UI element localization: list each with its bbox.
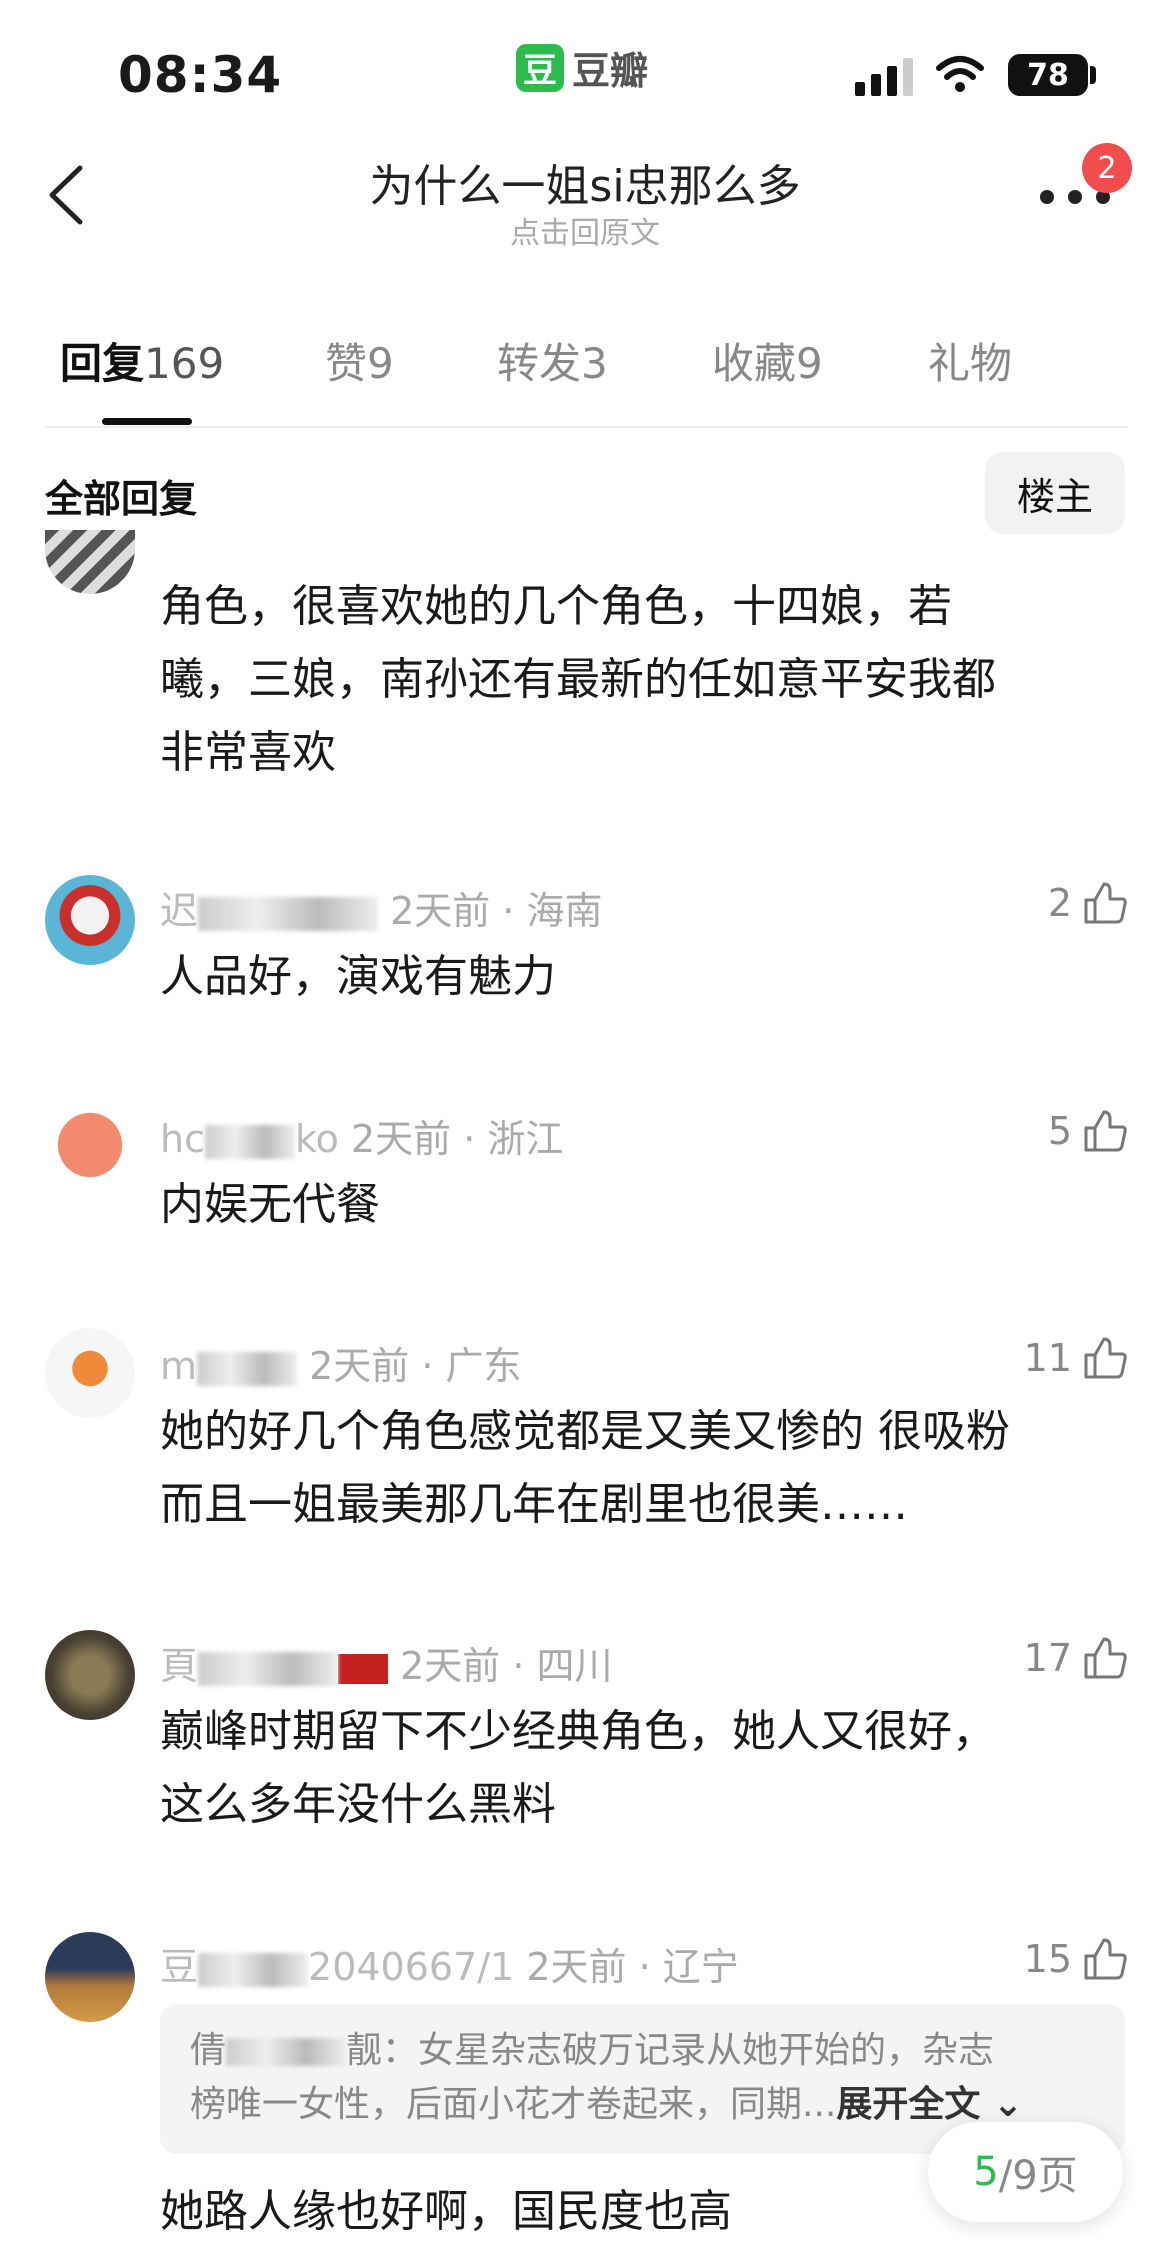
username[interactable]: m <box>160 1344 197 1388</box>
battery-tip <box>1090 66 1096 84</box>
cellular-signal-icon <box>855 58 913 96</box>
redacted-username <box>197 1351 298 1386</box>
redacted-username <box>198 896 379 931</box>
thumbs-up-icon <box>1084 1337 1127 1379</box>
comment-meta: 迟 2天前 · 海南 <box>160 880 603 935</box>
like-button[interactable]: 17 <box>1024 1633 1130 1683</box>
thumbs-up-icon <box>1084 1938 1127 1980</box>
total-pages: /9页 <box>998 2153 1078 2199</box>
redacted-username <box>226 2038 347 2066</box>
douban-logo-icon: 豆 <box>516 43 564 92</box>
status-time: 08:34 <box>118 46 283 104</box>
quoted-line: 榜唯一女性，后面小花才卷起来，同期... <box>190 2084 837 2125</box>
comment-line: 角色，很喜欢她的几个角色，十四娘，若 <box>160 581 952 632</box>
expand-label: 展开全文 <box>836 2084 981 2125</box>
like-count: 17 <box>1023 1636 1072 1680</box>
avatar[interactable] <box>45 1328 135 1418</box>
tab-gifts-label: 礼物 <box>928 339 1013 388</box>
like-button[interactable]: 5 <box>1048 1106 1130 1156</box>
comment-meta: hc ko 2天前 · 浙江 <box>160 1108 563 1163</box>
battery-icon: 78 <box>1008 54 1088 96</box>
comment-meta: m 2天前 · 广东 <box>160 1335 522 1390</box>
avatar[interactable] <box>45 530 135 594</box>
comment-line: 曦，三娘，南孙还有最新的任如意平安我都 <box>160 654 996 705</box>
username[interactable]: 頁 <box>160 1644 198 1688</box>
all-replies-label: 全部回复 <box>45 477 198 521</box>
username[interactable]: 迟 <box>160 889 198 933</box>
quoted-author: 倩 <box>190 2030 227 2071</box>
avatar[interactable] <box>45 875 135 965</box>
username[interactable]: 豆 <box>160 1945 198 1989</box>
avatar[interactable] <box>45 1630 135 1720</box>
tab-gifts[interactable]: 礼物 <box>928 330 1012 391</box>
redacted-username <box>198 1651 339 1686</box>
tab-replies-count: 169 <box>144 339 225 388</box>
divider <box>45 426 1127 428</box>
status-bar: 08:34 豆 豆瓣 78 <box>0 0 1170 130</box>
like-count: 2 <box>1047 881 1072 925</box>
comment-time-location: 2天前 · 四川 <box>400 1644 613 1688</box>
comment-text: 她的好几个角色感觉都是又美又惨的 很吸粉 而且一姐最美那几年在剧里也很美…… <box>160 1395 1110 1541</box>
username-tail: ko <box>294 1117 339 1161</box>
back-to-original-link[interactable]: 点击回原文 <box>0 208 1170 252</box>
comment-line: 这么多年没什么黑料 <box>160 1779 556 1830</box>
comment-meta: 頁 2天前 · 四川 <box>160 1635 613 1690</box>
comment-text: 内娱无代餐 <box>160 1179 380 1230</box>
quoted-line: 女星杂志破万记录从她开始的，杂志 <box>418 2030 995 2071</box>
comment-text: 人品好，演戏有魅力 <box>160 951 556 1002</box>
redacted-mark <box>338 1653 389 1684</box>
expand-full-text-link[interactable]: 展开全文 ⌄ <box>836 2084 1023 2125</box>
comment-line: 而且一姐最美那几年在剧里也很美…… <box>160 1479 908 1530</box>
tab-reposts-count: 3 <box>581 339 608 388</box>
tab-likes[interactable]: 赞9 <box>325 330 394 391</box>
page-title[interactable]: 为什么一姐si忠那么多 <box>0 150 1170 214</box>
comment-line: 巅峰时期留下不少经典角色，她人又很好， <box>160 1706 996 1757</box>
thumbs-up-icon <box>1084 1110 1127 1152</box>
comment-text: 角色，很喜欢她的几个角色，十四娘，若 曦，三娘，南孙还有最新的任如意平安我都 非… <box>160 570 1110 789</box>
tab-reposts[interactable]: 转发3 <box>497 330 608 391</box>
active-tab-indicator <box>102 418 192 425</box>
like-count: 11 <box>1023 1336 1072 1380</box>
tab-reposts-label: 转发 <box>497 339 582 388</box>
comment-time-location: 2天前 · 广东 <box>309 1344 522 1388</box>
quoted-author-tail: 靓： <box>346 2030 419 2071</box>
tab-collections[interactable]: 收藏9 <box>712 330 823 391</box>
like-button[interactable]: 11 <box>1024 1333 1130 1383</box>
tab-likes-count: 9 <box>367 339 394 388</box>
chevron-down-icon: ⌄ <box>992 2084 1024 2125</box>
app-indicator[interactable]: 豆 豆瓣 <box>516 40 648 95</box>
username-tail: 2040667/1 <box>308 1945 515 1989</box>
thumbs-up-icon <box>1084 1637 1127 1679</box>
page-indicator[interactable]: 5/9页 <box>928 2122 1123 2222</box>
comment-line: 她的好几个角色感觉都是又美又惨的 很吸粉 <box>160 1406 1010 1457</box>
owner-only-button[interactable]: 楼主 <box>985 452 1125 534</box>
redacted-username <box>204 1124 295 1159</box>
wifi-icon <box>936 56 984 92</box>
comment-line: 非常喜欢 <box>160 727 336 778</box>
comment-time-location: 2天前 · 海南 <box>390 889 603 933</box>
tab-replies[interactable]: 回复169 <box>60 330 224 391</box>
app-name: 豆瓣 <box>572 49 649 93</box>
tab-collections-count: 9 <box>796 339 823 388</box>
tab-likes-label: 赞 <box>325 339 368 388</box>
tab-replies-label: 回复 <box>60 339 145 388</box>
like-button[interactable]: 2 <box>1048 878 1130 928</box>
quoted-reply-text: 倩 靓：女星杂志破万记录从她开始的，杂志 榜唯一女性，后面小花才卷起来，同期...… <box>190 2024 1100 2132</box>
username[interactable]: hc <box>160 1117 205 1161</box>
redacted-username <box>198 1952 309 1987</box>
like-count: 5 <box>1047 1109 1072 1153</box>
avatar[interactable] <box>45 1100 135 1190</box>
comment-meta: 豆 2040667/1 2天前 · 辽宁 <box>160 1936 739 1991</box>
like-count: 15 <box>1023 1937 1072 1981</box>
avatar[interactable] <box>45 1932 135 2022</box>
comment-time-location: 2天前 · 浙江 <box>350 1117 564 1161</box>
comment-time-location: 2天前 · 辽宁 <box>526 1945 739 1989</box>
tab-collections-label: 收藏 <box>712 339 797 388</box>
notification-badge: 2 <box>1082 143 1132 193</box>
like-button[interactable]: 15 <box>1024 1934 1130 1984</box>
thumbs-up-icon <box>1084 882 1127 924</box>
current-page: 5 <box>973 2149 999 2195</box>
comment-text: 巅峰时期留下不少经典角色，她人又很好， 这么多年没什么黑料 <box>160 1695 1110 1841</box>
